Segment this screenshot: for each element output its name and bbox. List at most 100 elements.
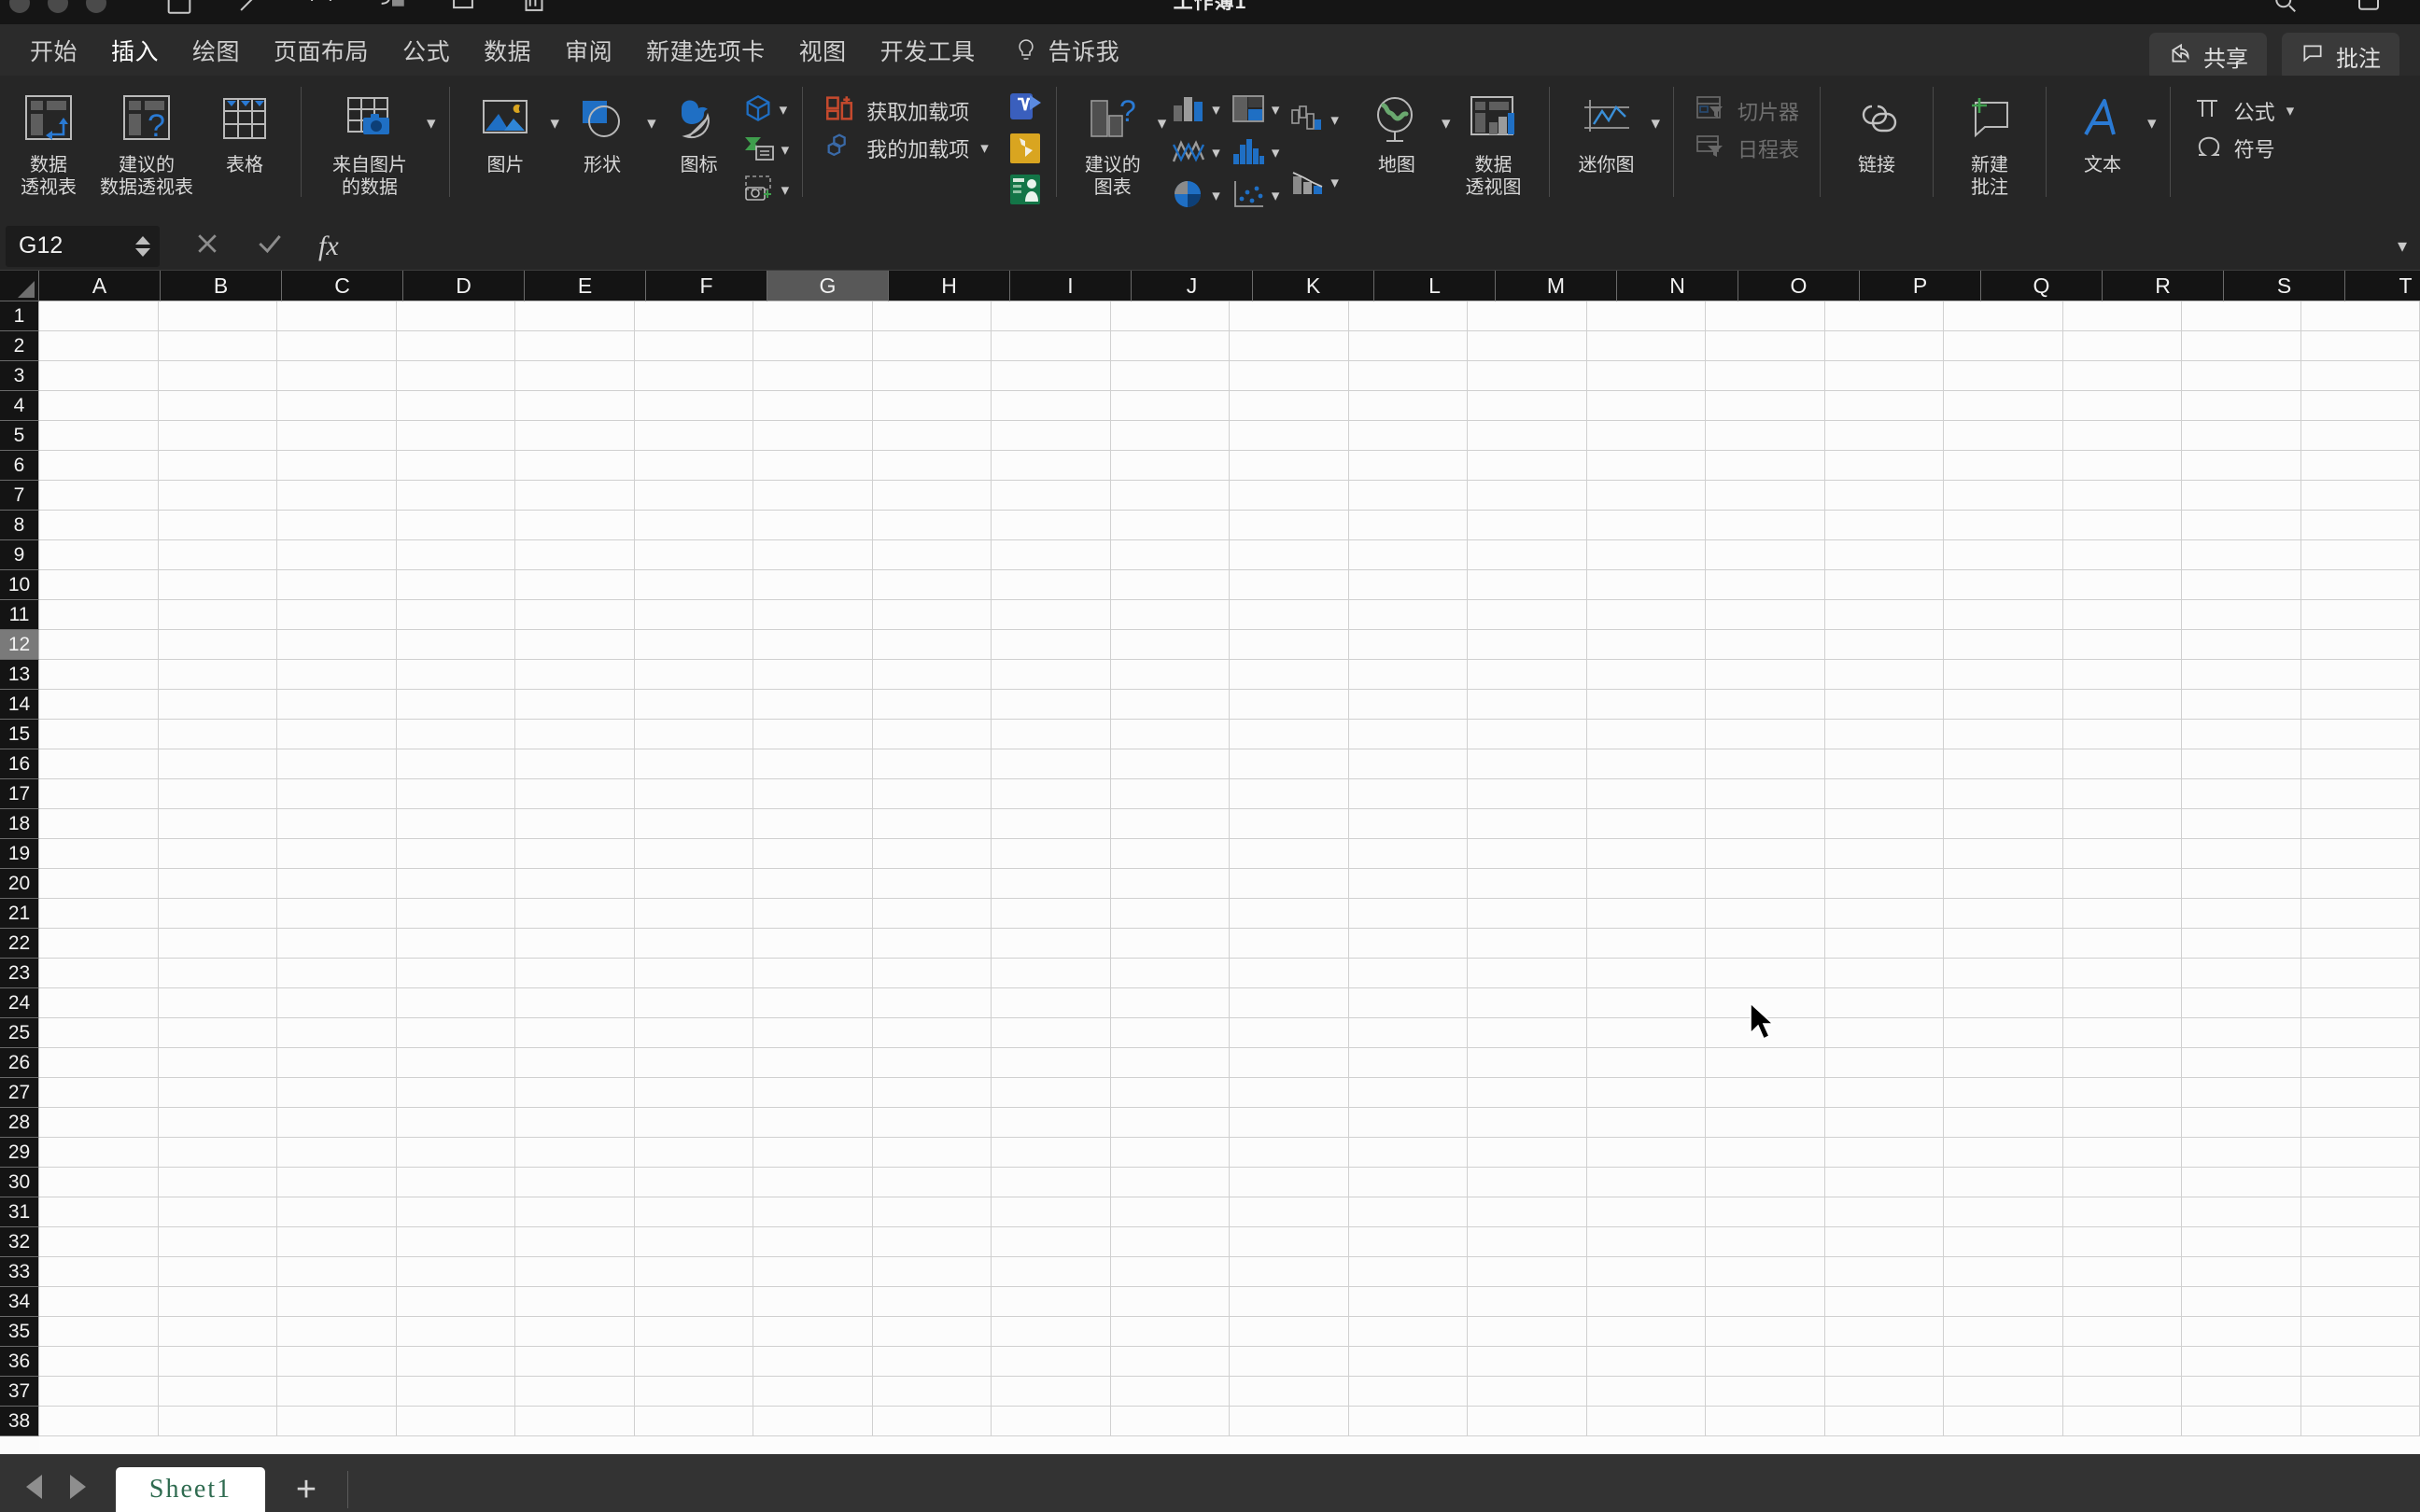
cell-I17[interactable] xyxy=(992,779,1111,809)
cell-F37[interactable] xyxy=(634,1377,753,1407)
cell-F9[interactable] xyxy=(634,540,753,570)
cell-Q27[interactable] xyxy=(1944,1078,2063,1108)
column-chart-button[interactable]: ▾ xyxy=(1166,91,1224,130)
cell-K38[interactable] xyxy=(1230,1407,1349,1436)
cell-T27[interactable] xyxy=(2300,1078,2420,1108)
cell-S35[interactable] xyxy=(2182,1317,2301,1347)
cell-A23[interactable] xyxy=(39,959,159,988)
cell-S6[interactable] xyxy=(2182,451,2301,481)
row-header-12[interactable]: 12 xyxy=(0,630,39,660)
cell-I21[interactable] xyxy=(992,899,1111,929)
cell-H20[interactable] xyxy=(872,869,992,899)
cell-O10[interactable] xyxy=(1706,570,1825,600)
cell-Q21[interactable] xyxy=(1944,899,2063,929)
cell-P9[interactable] xyxy=(1824,540,1944,570)
cell-E33[interactable] xyxy=(515,1257,635,1287)
cell-J28[interactable] xyxy=(1110,1108,1230,1138)
cell-P25[interactable] xyxy=(1824,1018,1944,1048)
cell-I10[interactable] xyxy=(992,570,1111,600)
cell-S28[interactable] xyxy=(2182,1108,2301,1138)
cell-I31[interactable] xyxy=(992,1197,1111,1227)
cell-Q32[interactable] xyxy=(1944,1227,2063,1257)
ribbon-display-options-icon[interactable] xyxy=(2355,0,2383,20)
cell-D35[interactable] xyxy=(396,1317,515,1347)
cell-T36[interactable] xyxy=(2300,1347,2420,1377)
cell-A9[interactable] xyxy=(39,540,159,570)
cell-I3[interactable] xyxy=(992,361,1111,391)
cell-J22[interactable] xyxy=(1110,929,1230,959)
cell-T7[interactable] xyxy=(2300,481,2420,511)
cell-R6[interactable] xyxy=(2062,451,2182,481)
cell-R28[interactable] xyxy=(2062,1108,2182,1138)
cell-O2[interactable] xyxy=(1706,331,1825,361)
cell-P35[interactable] xyxy=(1824,1317,1944,1347)
cell-N19[interactable] xyxy=(1586,839,1706,869)
cell-H31[interactable] xyxy=(872,1197,992,1227)
cell-D11[interactable] xyxy=(396,600,515,630)
cell-T26[interactable] xyxy=(2300,1048,2420,1078)
cell-T37[interactable] xyxy=(2300,1377,2420,1407)
ribbon-actions[interactable]: 共享 批注 xyxy=(2149,33,2399,80)
cell-E30[interactable] xyxy=(515,1168,635,1197)
column-header-P[interactable]: P xyxy=(1860,271,1981,301)
chevron-down-icon[interactable]: ▾ xyxy=(2286,102,2295,120)
cell-K34[interactable] xyxy=(1230,1287,1349,1317)
cell-I19[interactable] xyxy=(992,839,1111,869)
cell-S37[interactable] xyxy=(2182,1377,2301,1407)
row-header-31[interactable]: 31 xyxy=(0,1197,39,1227)
cell-M3[interactable] xyxy=(1468,361,1587,391)
cell-D29[interactable] xyxy=(396,1138,515,1168)
cell-L10[interactable] xyxy=(1348,570,1468,600)
cell-A18[interactable] xyxy=(39,809,159,839)
cell-N14[interactable] xyxy=(1586,690,1706,720)
cell-A3[interactable] xyxy=(39,361,159,391)
cell-L23[interactable] xyxy=(1348,959,1468,988)
cell-G37[interactable] xyxy=(753,1377,873,1407)
cell-A4[interactable] xyxy=(39,391,159,421)
cell-E14[interactable] xyxy=(515,690,635,720)
formula-bar-expand-icon[interactable]: ▾ xyxy=(2398,234,2407,258)
cell-Q30[interactable] xyxy=(1944,1168,2063,1197)
cell-R25[interactable] xyxy=(2062,1018,2182,1048)
cell-H17[interactable] xyxy=(872,779,992,809)
cell-B33[interactable] xyxy=(158,1257,277,1287)
cell-G38[interactable] xyxy=(753,1407,873,1436)
cell-K23[interactable] xyxy=(1230,959,1349,988)
cell-A35[interactable] xyxy=(39,1317,159,1347)
cell-M22[interactable] xyxy=(1468,929,1587,959)
combo-chart-button[interactable]: ▾ xyxy=(1285,154,1343,212)
cell-I22[interactable] xyxy=(992,929,1111,959)
cell-D14[interactable] xyxy=(396,690,515,720)
cell-A20[interactable] xyxy=(39,869,159,899)
cell-M21[interactable] xyxy=(1468,899,1587,929)
cell-A16[interactable] xyxy=(39,749,159,779)
cell-T34[interactable] xyxy=(2300,1287,2420,1317)
cell-Q1[interactable] xyxy=(1944,301,2063,331)
cell-S3[interactable] xyxy=(2182,361,2301,391)
icons-button[interactable]: 图标 xyxy=(656,81,742,176)
cell-M11[interactable] xyxy=(1468,600,1587,630)
cell-F28[interactable] xyxy=(634,1108,753,1138)
cell-J31[interactable] xyxy=(1110,1197,1230,1227)
cell-S18[interactable] xyxy=(2182,809,2301,839)
cell-N10[interactable] xyxy=(1586,570,1706,600)
row-header-18[interactable]: 18 xyxy=(0,809,39,839)
cell-F36[interactable] xyxy=(634,1347,753,1377)
cell-B38[interactable] xyxy=(158,1407,277,1436)
cell-D13[interactable] xyxy=(396,660,515,690)
column-header-M[interactable]: M xyxy=(1496,271,1617,301)
cell-P37[interactable] xyxy=(1824,1377,1944,1407)
cell-B36[interactable] xyxy=(158,1347,277,1377)
cell-Q13[interactable] xyxy=(1944,660,2063,690)
cell-T19[interactable] xyxy=(2300,839,2420,869)
cell-L11[interactable] xyxy=(1348,600,1468,630)
cell-L4[interactable] xyxy=(1348,391,1468,421)
cell-O32[interactable] xyxy=(1706,1227,1825,1257)
cell-N12[interactable] xyxy=(1586,630,1706,660)
cell-G14[interactable] xyxy=(753,690,873,720)
column-header-J[interactable]: J xyxy=(1132,271,1253,301)
cell-A34[interactable] xyxy=(39,1287,159,1317)
cell-R32[interactable] xyxy=(2062,1227,2182,1257)
cell-P7[interactable] xyxy=(1824,481,1944,511)
cell-K1[interactable] xyxy=(1230,301,1349,331)
